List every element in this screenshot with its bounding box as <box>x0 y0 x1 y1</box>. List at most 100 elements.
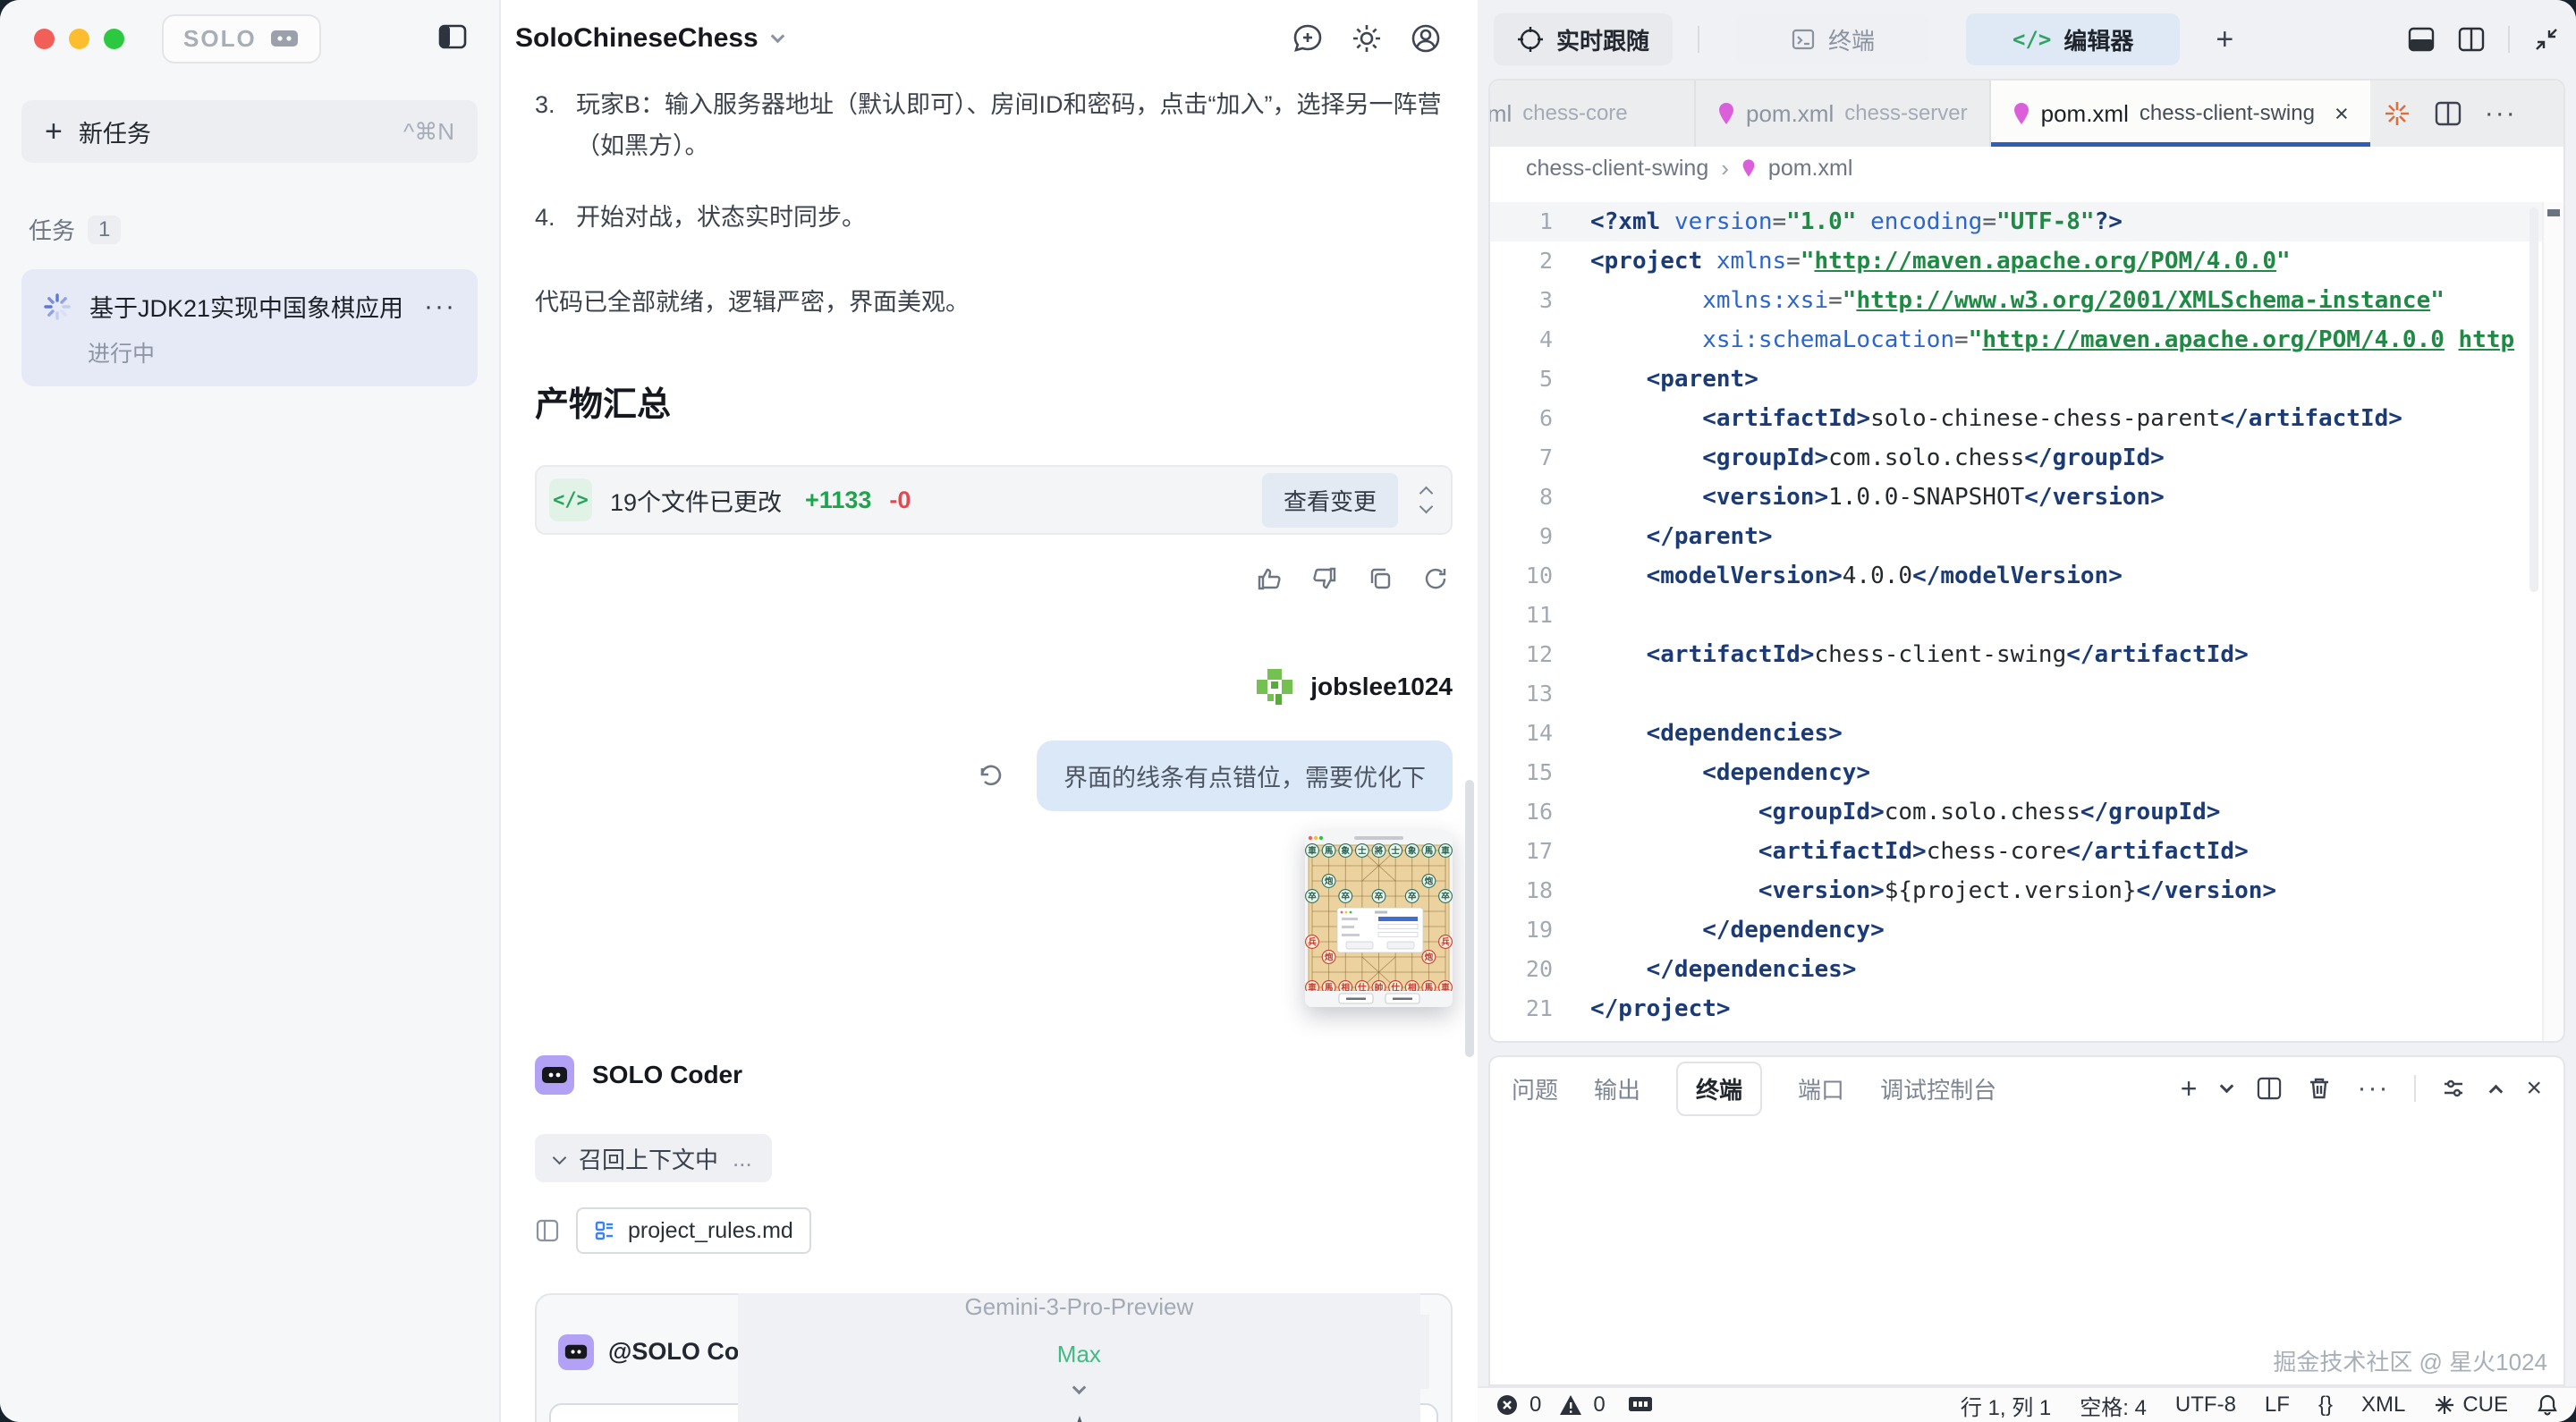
close-tab-icon[interactable]: × <box>2334 100 2349 128</box>
toggle-panel-icon[interactable] <box>2408 27 2435 52</box>
chevron-down-icon[interactable] <box>770 29 784 43</box>
split-terminal-icon[interactable] <box>2257 1077 2282 1100</box>
tab-output[interactable]: 输出 <box>1594 1072 1640 1105</box>
assistant-steps: 3.玩家B：输入服务器地址（默认即可）、房间ID和密码，点击“加入”，选择另一阵… <box>535 84 1453 238</box>
ports-icon[interactable] <box>1627 1394 1654 1416</box>
code-line[interactable]: 11 <box>1490 596 2563 635</box>
indent-setting[interactable]: 空格: 4 <box>2080 1390 2147 1421</box>
tab-live-follow[interactable]: 实时跟随 <box>1494 13 1673 65</box>
account-icon[interactable] <box>1410 22 1442 55</box>
code-line[interactable]: 19 </dependency> <box>1490 910 2563 950</box>
breadcrumb[interactable]: chess-client-swing › pom.xml <box>1490 147 2563 190</box>
layout-settings-icon[interactable] <box>2441 1076 2466 1101</box>
zoom-window-button[interactable] <box>104 29 124 49</box>
titlebar: SOLO <box>21 0 478 77</box>
thumbs-up-icon[interactable] <box>1256 565 1283 592</box>
restore-checkpoint-icon[interactable] <box>976 763 1003 790</box>
code-line[interactable]: 13 <box>1490 674 2563 714</box>
code-line[interactable]: 15 <dependency> <box>1490 753 2563 792</box>
code-line[interactable]: 3 xmlns:xsi="http://www.w3.org/2001/XMLS… <box>1490 281 2563 320</box>
more-actions-button[interactable]: ··· <box>2485 98 2517 129</box>
errors-icon[interactable] <box>1496 1393 1519 1417</box>
code-line[interactable]: 17 <artifactId>chess-core</artifactId> <box>1490 832 2563 871</box>
code-line[interactable]: 20 </dependencies> <box>1490 950 2563 989</box>
tab-terminal[interactable]: 终端 <box>1676 1062 1762 1116</box>
ai-spark-icon[interactable] <box>2383 99 2411 128</box>
add-view-button[interactable]: + <box>2216 22 2233 57</box>
split-editor-icon[interactable] <box>2458 27 2485 52</box>
code-line[interactable]: 18 <version>${project.version}</version> <box>1490 871 2563 910</box>
code-line[interactable]: 7 <groupId>com.solo.chess</groupId> <box>1490 438 2563 478</box>
minimap[interactable] <box>2542 202 2563 1041</box>
file-tab-chess-client-swing[interactable]: pom.xml chess-client-swing × <box>1991 80 2370 147</box>
code-line[interactable]: 14 <dependencies> <box>1490 714 2563 753</box>
code-editor[interactable]: 1<?xml version="1.0" encoding="UTF-8"?>2… <box>1490 190 2563 1041</box>
context-recall-pill[interactable]: 召回上下文中 ... <box>535 1134 772 1182</box>
file-change-card[interactable]: </> 19个文件已更改 +1133 -0 查看变更 <box>535 465 1453 535</box>
tab-ports[interactable]: 端口 <box>1798 1072 1844 1105</box>
tab-terminal-view[interactable]: 终端 <box>1737 13 1928 65</box>
warnings-icon[interactable] <box>1559 1393 1582 1417</box>
trash-icon[interactable] <box>2307 1076 2332 1101</box>
file-tab-chess-server[interactable]: pom.xml chess-server <box>1696 80 1991 147</box>
code-line[interactable]: 2<project xmlns="http://maven.apache.org… <box>1490 241 2563 281</box>
context-file-chip[interactable]: project_rules.md <box>576 1207 811 1254</box>
solo-mode-badge[interactable]: SOLO <box>162 14 321 63</box>
tasks-count-badge: 1 <box>88 216 121 244</box>
new-chat-icon[interactable] <box>1292 22 1324 55</box>
panel-preview-icon[interactable] <box>535 1218 560 1243</box>
collapse-panel-icon[interactable] <box>2533 26 2560 53</box>
view-changes-button[interactable]: 查看变更 <box>1262 473 1398 528</box>
code-line[interactable]: 12 <artifactId>chess-client-swing</artif… <box>1490 635 2563 674</box>
terminal-content[interactable]: 掘金技术社区 @ 星火1024 <box>1490 1120 2563 1384</box>
chevron-down-icon[interactable] <box>2220 1079 2234 1093</box>
code-line[interactable]: 10 <modelVersion>4.0.0</modelVersion> <box>1490 556 2563 596</box>
editor-scrollbar[interactable] <box>2529 207 2538 592</box>
code-line[interactable]: 6 <artifactId>solo-chinese-chess-parent<… <box>1490 399 2563 438</box>
user-avatar[interactable] <box>1255 667 1294 707</box>
language-mode[interactable]: XML <box>2361 1392 2405 1418</box>
code-line[interactable]: 4 xsi:schemaLocation="http://maven.apach… <box>1490 320 2563 360</box>
code-line[interactable]: 21</project> <box>1490 989 2563 1028</box>
tab-problems[interactable]: 问题 <box>1512 1072 1558 1105</box>
expand-collapse-stepper[interactable] <box>1421 488 1431 512</box>
settings-gear-icon[interactable] <box>1351 22 1383 55</box>
new-terminal-button[interactable]: + <box>2181 1072 2198 1105</box>
chat-input[interactable]: 您正在与 SOLO Coder 聊天 @ # Gemini-3-Pro-Prev… <box>549 1403 1438 1422</box>
cue-status[interactable]: CUE <box>2434 1392 2508 1418</box>
task-item[interactable]: 基于JDK21实现中国象棋应用 ··· 进行中 <box>21 269 478 386</box>
chess-screenshot-thumbnail[interactable]: 車馬象士將士象馬車炮炮卒卒卒卒卒兵兵兵兵兵炮炮車馬相仕帥仕相馬車 <box>1305 831 1453 1007</box>
tab-editor-view[interactable]: </> 编辑器 <box>1966 13 2180 65</box>
maximize-panel-icon[interactable] <box>2489 1084 2504 1098</box>
format-braces[interactable]: {} <box>2318 1392 2333 1418</box>
file-encoding[interactable]: UTF-8 <box>2175 1392 2236 1418</box>
more-actions-button[interactable]: ··· <box>2357 1073 2389 1104</box>
chat-scrollbar[interactable] <box>1465 780 1474 1057</box>
code-line[interactable]: 8 <version>1.0.0-SNAPSHOT</version> <box>1490 478 2563 517</box>
split-editor-icon[interactable] <box>2435 101 2462 126</box>
eol-setting[interactable]: LF <box>2265 1392 2290 1418</box>
close-panel-icon[interactable]: × <box>2526 1073 2542 1104</box>
new-task-button[interactable]: + 新任务 ^⌘N <box>21 100 478 163</box>
tab-debug-console[interactable]: 调试控制台 <box>1880 1072 1996 1105</box>
code-line[interactable]: 16 <groupId>com.solo.chess</groupId> <box>1490 792 2563 832</box>
task-more-button[interactable]: ··· <box>424 300 456 313</box>
enhance-prompt-icon[interactable] <box>1067 1412 1097 1422</box>
code-line[interactable]: 5 <parent> <box>1490 360 2563 399</box>
thumbs-down-icon[interactable] <box>1311 565 1338 592</box>
cursor-position[interactable]: 行 1, 列 1 <box>1961 1390 2051 1421</box>
notifications-bell-icon[interactable] <box>2537 1393 2558 1417</box>
collapse-sidebar-icon[interactable] <box>438 23 467 50</box>
regenerate-icon[interactable] <box>1422 565 1449 592</box>
minimize-window-button[interactable] <box>69 29 89 49</box>
file-tab-chess-core[interactable]: pom.xml chess-core <box>1490 80 1696 147</box>
chevron-down-icon[interactable] <box>1072 1381 1087 1395</box>
model-selector-label[interactable]: Gemini-3-Pro-Preview <box>965 1293 1194 1321</box>
code-line[interactable]: 1<?xml version="1.0" encoding="UTF-8"?> <box>1490 202 2563 241</box>
close-window-button[interactable] <box>34 29 55 49</box>
copy-icon[interactable] <box>1367 565 1394 592</box>
code-line[interactable]: 9 </parent> <box>1490 517 2563 556</box>
chat-title[interactable]: SoloChineseChess <box>515 23 758 54</box>
breadcrumb-folder[interactable]: chess-client-swing <box>1526 156 1708 182</box>
breadcrumb-file[interactable]: pom.xml <box>1768 156 1852 182</box>
